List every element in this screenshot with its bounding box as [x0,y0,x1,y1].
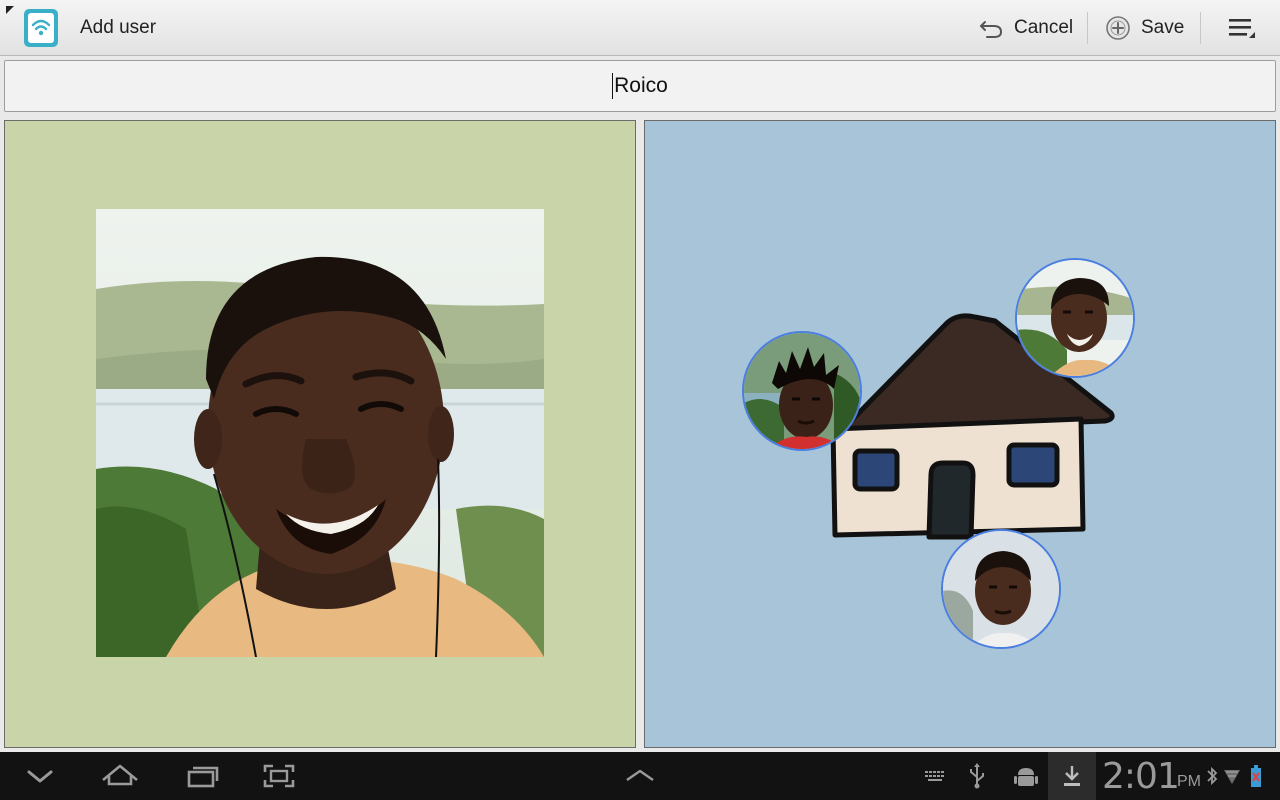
action-separator [1200,12,1201,44]
debug-status [1012,752,1040,800]
cancel-button[interactable]: Cancel [978,0,1073,56]
android-debug-icon [1014,768,1038,786]
cancel-label: Cancel [1014,17,1074,38]
save-label: Save [1141,17,1185,38]
member-avatar[interactable] [941,529,1061,649]
member-avatar[interactable] [1015,258,1135,378]
home-button[interactable] [98,752,142,800]
keyboard-status [922,752,948,800]
household-panel[interactable] [644,120,1276,748]
download-icon [1064,766,1080,786]
action-separator [1087,12,1088,44]
clock-time[interactable]: 2:01 [1102,756,1180,797]
bluetooth-status [1204,752,1220,800]
screenshot-icon [263,764,295,788]
plus-circle-icon [1106,16,1130,40]
wifi-tablet-icon[interactable] [20,7,60,49]
overflow-menu-button[interactable] [1222,0,1262,56]
up-caret-icon [626,769,654,781]
member-photo [943,531,1059,647]
battery-icon [1251,765,1261,787]
signal-status [1222,752,1242,800]
keyboard-icon [925,771,944,781]
profile-photo[interactable] [96,209,544,657]
name-input-value: Roico [614,74,668,97]
system-bar: 2:01 PM [0,752,1280,800]
text-caret [612,73,614,99]
recent-apps-icon [187,766,219,788]
battery-status [1246,752,1266,800]
home-icon [102,764,138,786]
download-status[interactable] [1060,752,1084,800]
recent-apps-button[interactable] [180,752,222,800]
member-photo [1017,260,1133,376]
save-button[interactable]: Save [1105,0,1184,56]
corner-indicator-icon [6,6,14,14]
undo-arrow-icon [980,21,1003,38]
profile-photo-panel[interactable] [4,120,636,748]
name-input[interactable]: Roico [4,60,1276,112]
bluetooth-icon [1207,766,1218,786]
screenshot-button[interactable] [258,752,300,800]
signal-icon [1224,770,1240,784]
notifications-up-button[interactable] [620,752,660,800]
app-title: Add user [80,17,157,38]
clock-ampm: PM [1177,773,1201,790]
back-button[interactable] [20,752,60,800]
usb-status [964,752,990,800]
action-bar: Add user Cancel Save [0,0,1280,56]
member-photo [744,333,860,449]
back-icon [27,770,53,783]
overflow-menu-icon [1229,19,1255,38]
member-avatar[interactable] [742,331,862,451]
usb-icon [970,763,984,789]
